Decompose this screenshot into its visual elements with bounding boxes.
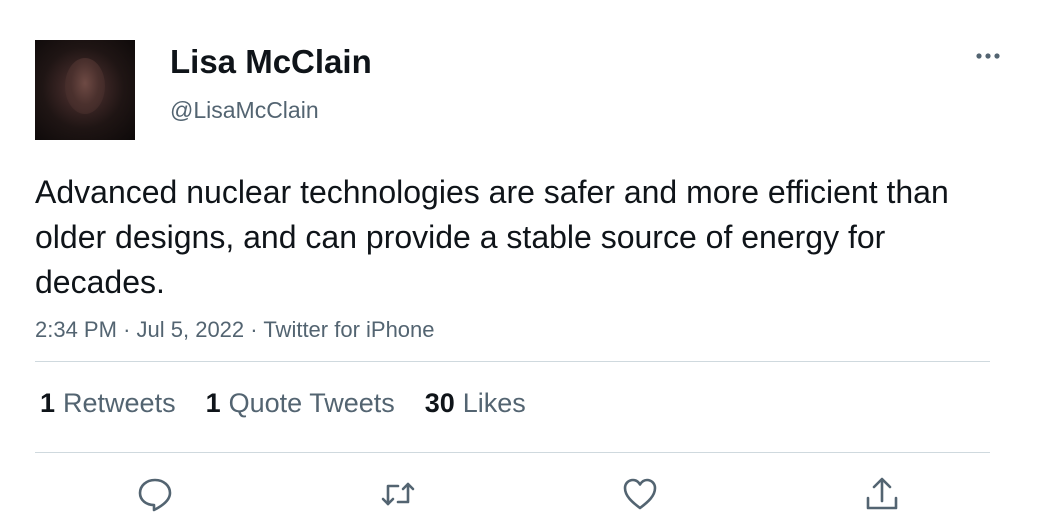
more-options-icon[interactable] [972,42,1004,70]
author-display-name[interactable]: Lisa McClain [170,42,372,82]
divider [35,452,990,453]
tweet-meta: 2:34 PM · Jul 5, 2022 · Twitter for iPho… [35,316,435,344]
quote-tweets-count: 1 [205,388,221,418]
share-icon [866,477,898,510]
tweet-card: Lisa McClain @LisaMcClain Advanced nucle… [0,0,1050,525]
quote-tweets-stat[interactable]: 1 Quote Tweets [206,386,395,420]
author-handle[interactable]: @LisaMcClain [170,96,319,124]
tweet-source[interactable]: Twitter for iPhone [263,317,434,342]
likes-label: Likes [462,388,526,418]
retweets-stat[interactable]: 1 Retweets [40,386,176,420]
retweets-count: 1 [40,388,56,418]
retweet-button[interactable] [378,474,418,514]
share-button[interactable] [862,474,902,514]
reply-button[interactable] [135,474,175,514]
heart-icon [623,478,657,510]
retweet-icon [381,482,415,506]
like-button[interactable] [620,474,660,514]
tweet-date[interactable]: Jul 5, 2022 [137,317,245,342]
tweet-text: Advanced nuclear technologies are safer … [35,174,949,300]
divider [35,361,990,362]
likes-stat[interactable]: 30 Likes [425,386,526,420]
avatar[interactable] [35,40,135,140]
likes-count: 30 [424,388,455,418]
retweets-label: Retweets [63,388,176,418]
tweet-time[interactable]: 2:34 PM [35,317,117,342]
avatar-face [65,58,105,114]
quote-tweets-label: Quote Tweets [228,388,395,418]
reply-icon [138,478,172,512]
meta-separator: · [250,317,258,342]
engagement-stats: 1 Retweets 1 Quote Tweets 30 Likes [40,386,556,420]
